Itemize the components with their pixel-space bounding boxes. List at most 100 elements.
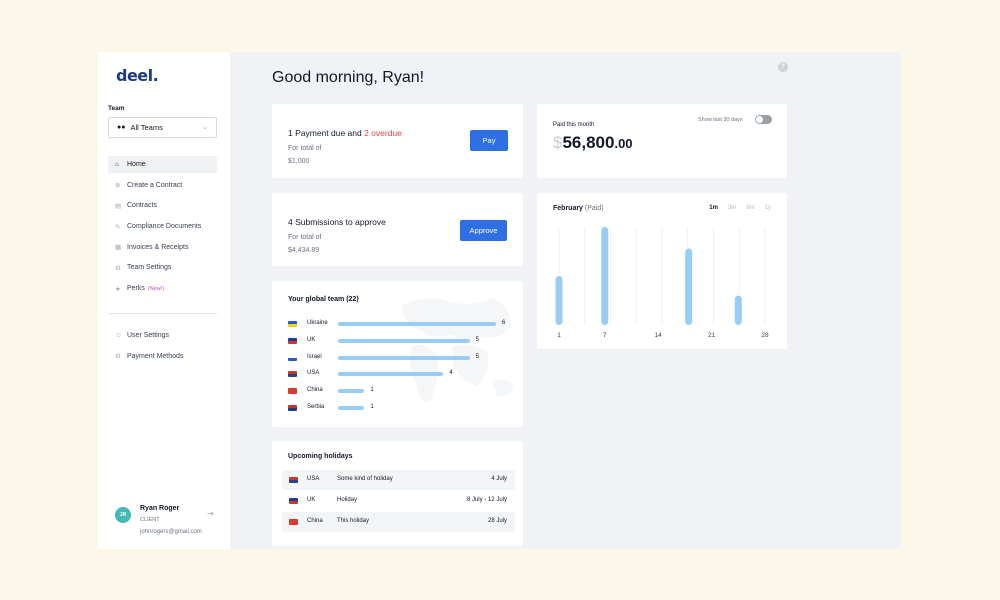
submissions-card: 4 Submissions to approve For total of $4…: [272, 193, 523, 266]
team-country: Israel: [307, 353, 322, 360]
paid-label: Paid this month: [553, 122, 595, 128]
holiday-name: This holiday: [337, 518, 370, 524]
team-count-bar: [338, 338, 470, 343]
app-window: deel. Team ●● All Teams ⌄ ⌂ Home ⊕ Creat…: [98, 52, 901, 549]
help-icon[interactable]: ?: [778, 62, 788, 72]
gear-icon: ⚙: [115, 264, 121, 272]
team-icon: ●●: [117, 124, 126, 131]
x-tick-label: 7: [603, 332, 607, 339]
page-title: Good morning, Ryan!: [272, 69, 425, 86]
range-3m[interactable]: 3m: [728, 205, 736, 211]
sidebar-item-label: Compliance Documents: [127, 223, 202, 231]
team-row: Israel 5: [288, 354, 518, 364]
paid-amount-value: 56,800: [562, 133, 615, 152]
team-count: 4: [449, 370, 453, 377]
team-label: Team: [108, 105, 125, 112]
range-6m[interactable]: 6m: [746, 205, 754, 211]
approve-button[interactable]: Approve: [460, 220, 507, 241]
team-count: 5: [475, 336, 479, 343]
submissions-total-label: For total of: [288, 234, 322, 241]
range-1m[interactable]: 1m: [709, 205, 718, 211]
home-icon: ⌂: [115, 161, 119, 168]
paid-amount: $56,800.00: [553, 133, 633, 153]
holiday-row: China This holiday 28 July: [282, 512, 515, 532]
sidebar-nav: ⌂ Home ⊕ Create a Contract ▤ Contracts ✎…: [108, 156, 217, 301]
chart-bar[interactable]: [601, 227, 609, 325]
global-team-card: Your global team (22) Ukraine 6 UK 5 Israel 5…: [272, 281, 523, 427]
sidebar-item-label: Payment Methods: [127, 352, 184, 360]
new-badge: (New!): [147, 285, 165, 292]
team-row: China 1: [288, 387, 518, 397]
flag-uk-icon: [289, 498, 298, 504]
submissions-title: 4 Submissions to approve: [288, 217, 386, 227]
flag-china-icon: [288, 388, 297, 395]
plus-circle-icon: ⊕: [115, 182, 121, 190]
sidebar-item-payment-methods[interactable]: ⚙ Payment Methods: [108, 348, 217, 365]
global-team-title: Your global team (22): [288, 296, 359, 303]
range-1y[interactable]: 1y: [765, 205, 771, 211]
team-row: UK 5: [288, 337, 518, 347]
chevron-down-icon: ⌄: [202, 124, 208, 131]
chart-title: February (Paid): [553, 205, 604, 212]
range-selector: 1m 3m 6m 1y: [709, 205, 771, 211]
user-icon: ☺: [115, 332, 122, 339]
payment-total-amount: $1,000: [288, 158, 310, 165]
payment-due-title: 1 Payment due and 2 overdue: [288, 128, 402, 138]
sidebar: deel. Team ●● All Teams ⌄ ⌂ Home ⊕ Creat…: [98, 52, 230, 549]
holiday-name: Holiday: [337, 497, 358, 503]
payment-due-text: 1 Payment due and: [288, 128, 365, 138]
overdue-text: 2 overdue: [364, 128, 402, 138]
sidebar-item-label: Perks: [127, 285, 145, 293]
chart-title-tag: (Paid): [584, 205, 604, 212]
chart-bar[interactable]: [555, 276, 563, 325]
sidebar-item-team-settings[interactable]: ⚙ Team Settings: [108, 259, 217, 276]
sidebar-item-user-settings[interactable]: ☺ User Settings: [108, 327, 217, 344]
sidebar-item-invoices[interactable]: ▦ Invoices & Receipts: [108, 239, 217, 256]
sidebar-item-label: User Settings: [127, 332, 170, 339]
last-30-days-toggle[interactable]: [755, 115, 772, 124]
holiday-date: 28 July: [487, 518, 507, 524]
x-tick-label: 1: [557, 332, 561, 339]
sidebar-item-contracts[interactable]: ▤ Contracts: [108, 197, 217, 214]
user-name: Ryan Roger: [140, 505, 180, 512]
holiday-row: USA Some kind of holiday 4 July: [282, 470, 515, 490]
sidebar-divider: [108, 313, 217, 314]
team-country: Serbia: [307, 404, 325, 410]
holiday-date: 4 July: [491, 476, 507, 482]
team-select[interactable]: ●● All Teams ⌄: [108, 117, 217, 138]
chart-bar[interactable]: [734, 295, 742, 325]
deel-logo[interactable]: deel.: [116, 66, 159, 85]
bar-chart: 1 7 14 21 28: [555, 227, 769, 339]
holiday-country: China: [307, 518, 323, 524]
team-row: USA 4: [288, 370, 518, 380]
holiday-date: 8 July - 12 July: [466, 497, 507, 503]
team-count-bar: [338, 322, 496, 326]
logout-icon[interactable]: ⇥: [207, 509, 214, 518]
toggle-knob: [756, 116, 763, 123]
flag-usa-icon: [289, 477, 298, 483]
pay-button[interactable]: Pay: [470, 130, 508, 151]
flag-usa-icon: [288, 371, 297, 378]
flag-china-icon: [289, 519, 298, 525]
holiday-country: USA: [307, 476, 320, 482]
team-country: USA: [307, 370, 320, 377]
x-tick-label: 21: [708, 332, 716, 339]
team-count: 6: [502, 320, 506, 326]
team-count-bar: [338, 355, 470, 360]
holidays-card: Upcoming holidays USA Some kind of holida…: [272, 441, 523, 546]
holiday-row: UK Holiday 8 July - 12 July: [282, 491, 515, 511]
chart-bar[interactable]: [685, 248, 693, 325]
sidebar-item-perks[interactable]: ★ Perks (New!): [108, 280, 217, 297]
sidebar-item-create-contract[interactable]: ⊕ Create a Contract: [108, 177, 217, 194]
user-email: johnrogers@gmail.com: [140, 529, 202, 535]
payment-total-label: For total of: [288, 145, 322, 152]
sidebar-item-home[interactable]: ⌂ Home: [108, 156, 217, 173]
flag-israel-icon: [288, 354, 297, 361]
payments-chart-card: February (Paid) 1m 3m 6m 1y 1 7 14 21 28: [537, 193, 787, 349]
avatar[interactable]: JR: [115, 507, 131, 523]
sidebar-nav-secondary: ☺ User Settings ⚙ Payment Methods: [108, 327, 217, 368]
team-count: 1: [370, 387, 374, 394]
sidebar-item-compliance[interactable]: ✎ Compliance Documents: [108, 218, 217, 235]
holidays-title: Upcoming holidays: [288, 453, 353, 460]
holiday-country: UK: [307, 497, 316, 503]
